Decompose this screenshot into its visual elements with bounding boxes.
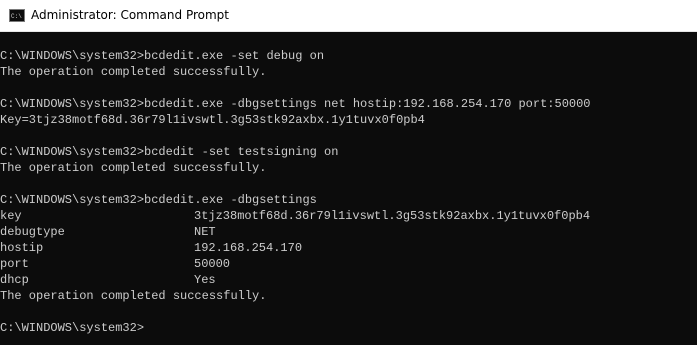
setting-key: debugtype: [0, 225, 65, 239]
setting-value: NET: [194, 225, 216, 239]
setting-row: dhcp Yes: [0, 272, 697, 288]
command-line: C:\WINDOWS\system32>bcdedit.exe -dbgsett…: [0, 97, 591, 111]
setting-key: port: [0, 257, 29, 271]
title-bar[interactable]: C:\ Administrator: Command Prompt: [0, 0, 697, 32]
output-line: The operation completed successfully.: [0, 161, 267, 175]
svg-text:C:\: C:\: [11, 13, 22, 20]
setting-key: dhcp: [0, 273, 29, 287]
setting-row: hostip 192.168.254.170: [0, 240, 697, 256]
cmd-icon[interactable]: C:\: [9, 9, 25, 22]
setting-row: debugtype NET: [0, 224, 697, 240]
command-line: C:\WINDOWS\system32>bcdedit.exe -dbgsett…: [0, 193, 317, 207]
setting-value: Yes: [194, 273, 216, 287]
console-output[interactable]: C:\WINDOWS\system32>bcdedit.exe -set deb…: [0, 48, 697, 345]
output-line: The operation completed successfully.: [0, 289, 267, 303]
command-line: C:\WINDOWS\system32>bcdedit -set testsig…: [0, 145, 339, 159]
setting-row: port 50000: [0, 256, 697, 272]
setting-key: hostip: [0, 241, 44, 255]
setting-key: key: [0, 209, 22, 223]
command-line: C:\WINDOWS\system32>bcdedit.exe -set deb…: [0, 49, 325, 63]
setting-row: key 3tjz38motf68d.36r79l1ivswtl.3g53stk9…: [0, 208, 697, 224]
command-prompt-window: C:\ Administrator: Command Prompt C:\WIN…: [0, 0, 697, 345]
setting-value: 192.168.254.170: [194, 241, 303, 255]
output-line: The operation completed successfully.: [0, 65, 267, 79]
output-line: Key=3tjz38motf68d.36r79l1ivswtl.3g53stk9…: [0, 113, 425, 127]
prompt-line[interactable]: C:\WINDOWS\system32>: [0, 320, 697, 336]
window-title: Administrator: Command Prompt: [31, 8, 229, 22]
setting-value: 50000: [194, 257, 231, 271]
setting-value: 3tjz38motf68d.36r79l1ivswtl.3g53stk92axb…: [194, 209, 591, 223]
